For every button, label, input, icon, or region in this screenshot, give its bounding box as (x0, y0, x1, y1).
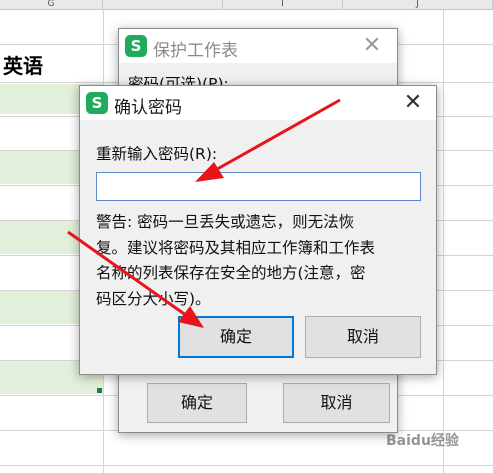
arrow-to-input (195, 98, 341, 182)
annotation-arrows (67, 98, 341, 328)
baidu-watermark: Baidu经验 (386, 433, 459, 449)
arrow-to-ok-button (67, 230, 204, 328)
